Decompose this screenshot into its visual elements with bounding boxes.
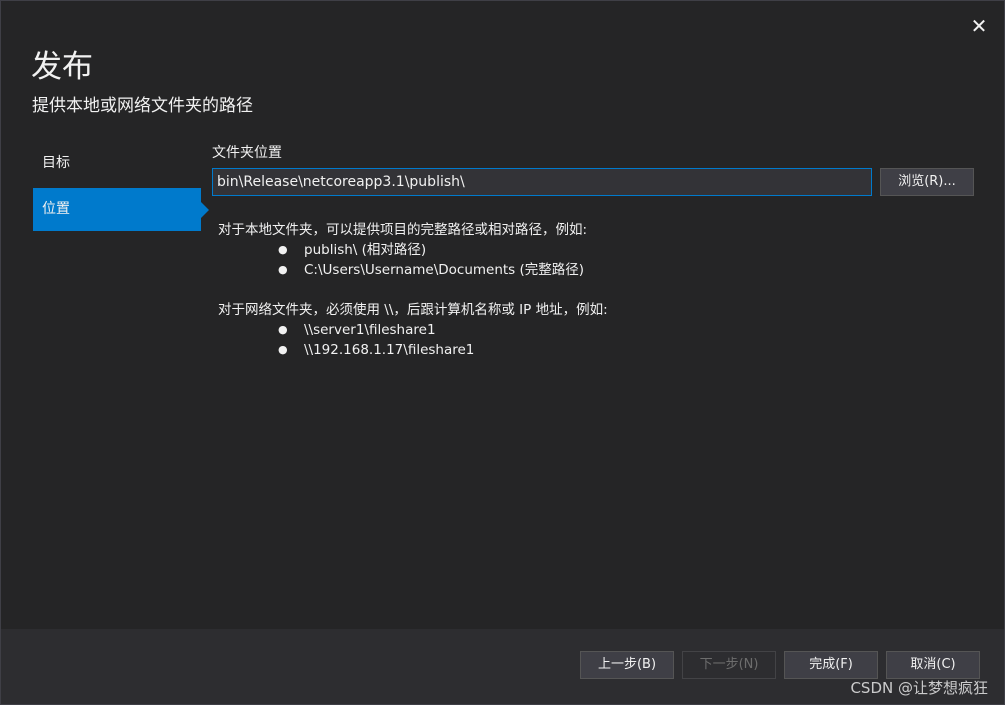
local-examples: publish\ (相对路径) C:\Users\Username\Docume… — [218, 240, 974, 280]
previous-button[interactable]: 上一步(B) — [580, 651, 674, 679]
network-examples: \\server1\fileshare1 \\192.168.1.17\file… — [218, 320, 974, 360]
close-icon[interactable]: ✕ — [968, 15, 990, 37]
nav-item-location[interactable]: 位置 — [33, 188, 209, 231]
publish-dialog: ✕ 发布 提供本地或网络文件夹的路径 目标 位置 文件夹位置 浏览(R)... … — [0, 0, 1005, 705]
list-item: publish\ (相对路径) — [278, 240, 974, 260]
local-help: 对于本地文件夹，可以提供项目的完整路径或相对路径，例如: publish\ (相… — [218, 220, 974, 280]
list-item: C:\Users\Username\Documents (完整路径) — [278, 260, 974, 280]
folder-path-input[interactable] — [212, 168, 872, 196]
cancel-button[interactable]: 取消(C) — [886, 651, 980, 679]
next-button[interactable]: 下一步(N) — [682, 651, 776, 679]
help-text: 对于本地文件夹，可以提供项目的完整路径或相对路径，例如: publish\ (相… — [218, 220, 974, 360]
folder-location-label: 文件夹位置 — [212, 145, 282, 161]
finish-button[interactable]: 完成(F) — [784, 651, 878, 679]
list-item: \\server1\fileshare1 — [278, 320, 974, 340]
wizard-nav: 目标 位置 — [33, 142, 209, 234]
nav-item-target[interactable]: 目标 — [33, 142, 201, 185]
path-row: 浏览(R)... — [212, 168, 974, 196]
local-intro: 对于本地文件夹，可以提供项目的完整路径或相对路径，例如: — [218, 222, 588, 238]
watermark-text: CSDN @让梦想疯狂 — [850, 679, 988, 697]
footer-buttons: 上一步(B) 下一步(N) 完成(F) 取消(C) — [580, 651, 988, 679]
location-panel: 文件夹位置 浏览(R)... 对于本地文件夹，可以提供项目的完整路径或相对路径，… — [212, 142, 974, 380]
network-help: 对于网络文件夹，必须使用 \\，后跟计算机名称或 IP 地址，例如: \\ser… — [218, 300, 974, 360]
dialog-subtitle: 提供本地或网络文件夹的路径 — [32, 96, 253, 116]
browse-button[interactable]: 浏览(R)... — [880, 168, 974, 196]
network-intro: 对于网络文件夹，必须使用 \\，后跟计算机名称或 IP 地址，例如: — [218, 302, 608, 318]
list-item: \\192.168.1.17\fileshare1 — [278, 340, 974, 360]
dialog-title: 发布 — [31, 49, 93, 85]
